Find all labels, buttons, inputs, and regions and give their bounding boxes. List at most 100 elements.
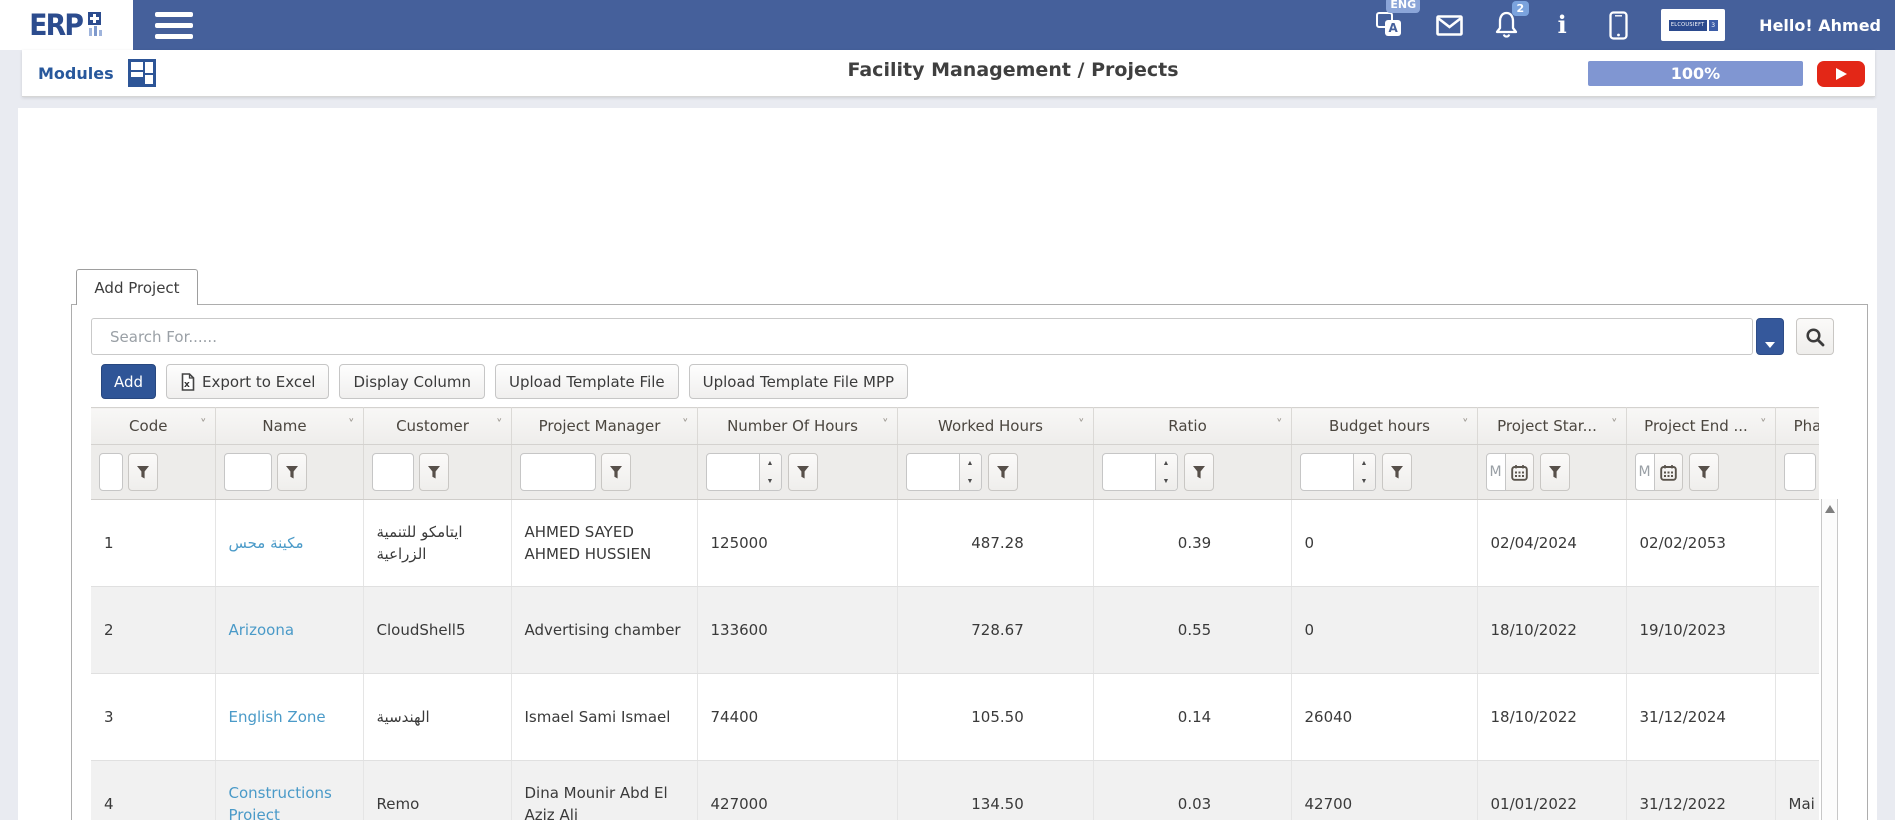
column-header-ratio[interactable]: Ratio˅	[1093, 408, 1291, 445]
filter-button-end[interactable]	[1689, 453, 1719, 491]
search-button[interactable]	[1796, 318, 1834, 355]
navbar-actions: A ENG 2 i ELCOUSIEFT3 Hello! Ahmed	[1376, 8, 1895, 42]
column-header-customer[interactable]: Customer˅	[363, 408, 511, 445]
calendar-button-end[interactable]	[1655, 453, 1683, 491]
export-to-excel-button[interactable]: x Export to Excel	[166, 364, 329, 399]
filter-button-start[interactable]	[1540, 453, 1570, 491]
column-header-worked[interactable]: Worked Hours˅	[897, 408, 1093, 445]
language-icon[interactable]: A ENG	[1376, 8, 1406, 42]
chevron-down-icon[interactable]: ˅	[1611, 418, 1618, 433]
search-input[interactable]	[91, 318, 1753, 355]
notifications-bell-icon[interactable]: 2	[1493, 8, 1519, 42]
project-name-link[interactable]: Constructions Project	[229, 784, 332, 820]
chevron-down-icon[interactable]: ˅	[1760, 418, 1767, 433]
upload-template-file-button[interactable]: Upload Template File	[495, 364, 679, 399]
cell-customer: الهندسية	[363, 674, 511, 761]
modules-button[interactable]: Modules	[38, 59, 156, 87]
tab-add-project[interactable]: Add Project	[76, 269, 198, 305]
filter-input-customer[interactable]	[372, 453, 414, 491]
display-column-button[interactable]: Display Column	[339, 364, 485, 399]
search-dropdown-button[interactable]	[1756, 318, 1784, 355]
calendar-button-start[interactable]	[1506, 453, 1534, 491]
filter-button-ratio[interactable]	[1184, 453, 1214, 491]
filter-input-manager[interactable]	[520, 453, 596, 491]
table-row: 3English ZoneالهندسيةIsmael Sami Ismael7…	[91, 674, 1819, 761]
filter-input-phase[interactable]	[1784, 453, 1816, 491]
column-header-budget[interactable]: Budget hours˅	[1291, 408, 1477, 445]
filter-input-hours[interactable]	[707, 454, 759, 490]
chevron-down-icon[interactable]: ˅	[496, 418, 503, 433]
table-row: 4Constructions ProjectRemoDina Mounir Ab…	[91, 761, 1819, 820]
cell-name: Arizoona	[215, 587, 363, 674]
filter-funnel-icon	[285, 465, 299, 480]
chevron-down-icon[interactable]: ˅	[1462, 418, 1469, 433]
add-button[interactable]: Add	[101, 364, 156, 399]
filter-cell-hours: ▲▼	[697, 445, 897, 500]
spinner-up-hours[interactable]: ▲	[760, 454, 781, 472]
erp-logo[interactable]: ERP	[0, 0, 133, 50]
chevron-down-icon[interactable]: ˅	[682, 418, 689, 433]
cell-customer: ايتامكو للتنمية الزراعية	[363, 500, 511, 587]
cell-ratio: 0.14	[1093, 674, 1291, 761]
column-header-code[interactable]: Code˅	[91, 408, 215, 445]
filter-input-worked[interactable]	[907, 454, 959, 490]
filter-input-code[interactable]	[99, 453, 123, 491]
filter-button-code[interactable]	[128, 453, 158, 491]
upload-template-file-mpp-button[interactable]: Upload Template File MPP	[689, 364, 908, 399]
project-name-link[interactable]: مكينة محس	[229, 534, 304, 552]
chevron-down-icon[interactable]: ˅	[882, 418, 889, 433]
column-header-phase[interactable]: Phase˅	[1775, 408, 1819, 445]
spinner-up-worked[interactable]: ▲	[960, 454, 981, 472]
project-name-link[interactable]: Arizoona	[229, 621, 295, 639]
column-header-hours[interactable]: Number Of Hours˅	[697, 408, 897, 445]
chevron-down-icon[interactable]: ˅	[1078, 418, 1085, 433]
spinner-up-budget[interactable]: ▲	[1354, 454, 1375, 472]
filter-cell-worked: ▲▼	[897, 445, 1093, 500]
cell-hours: 427000	[697, 761, 897, 820]
mobile-icon[interactable]	[1605, 8, 1631, 42]
info-icon[interactable]: i	[1549, 8, 1575, 42]
column-header-manager[interactable]: Project Manager˅	[511, 408, 697, 445]
mail-icon[interactable]	[1436, 8, 1463, 42]
play-video-button[interactable]	[1817, 61, 1865, 87]
filter-funnel-icon	[1697, 465, 1711, 480]
cell-worked: 105.50	[897, 674, 1093, 761]
scroll-up-arrow-icon[interactable]	[1825, 505, 1835, 513]
filter-button-manager[interactable]	[601, 453, 631, 491]
column-header-start[interactable]: Project Star... ˅	[1477, 408, 1626, 445]
spinner-up-ratio[interactable]: ▲	[1156, 454, 1177, 472]
project-name-link[interactable]: English Zone	[229, 708, 326, 726]
cell-phase	[1775, 500, 1819, 587]
filter-cell-phase	[1775, 445, 1819, 500]
spinner-down-budget[interactable]: ▼	[1354, 472, 1375, 490]
filter-button-worked[interactable]	[988, 453, 1018, 491]
filter-button-budget[interactable]	[1382, 453, 1412, 491]
modules-label: Modules	[38, 64, 114, 83]
spinner-down-ratio[interactable]: ▼	[1156, 472, 1177, 490]
spinner-down-worked[interactable]: ▼	[960, 472, 981, 490]
hamburger-menu-icon[interactable]	[155, 12, 193, 39]
chevron-down-icon[interactable]: ˅	[200, 418, 207, 433]
cell-code: 4	[91, 761, 215, 820]
filter-input-start[interactable]	[1486, 453, 1506, 491]
filter-input-budget[interactable]	[1301, 454, 1353, 490]
column-header-name[interactable]: Name˅	[215, 408, 363, 445]
filter-button-hours[interactable]	[788, 453, 818, 491]
spinner-down-hours[interactable]: ▼	[760, 472, 781, 490]
column-header-end[interactable]: Project End ...˅	[1626, 408, 1775, 445]
filter-button-name[interactable]	[277, 453, 307, 491]
filter-input-end[interactable]	[1635, 453, 1655, 491]
user-greeting[interactable]: Hello! Ahmed	[1759, 16, 1881, 35]
filter-input-ratio[interactable]	[1103, 454, 1155, 490]
cell-code: 2	[91, 587, 215, 674]
cell-ratio: 0.03	[1093, 761, 1291, 820]
chevron-down-icon[interactable]: ˅	[1276, 418, 1283, 433]
cell-budget: 42700	[1291, 761, 1477, 820]
cell-name: Constructions Project	[215, 761, 363, 820]
filter-button-customer[interactable]	[419, 453, 449, 491]
table-scrollbar[interactable]	[1821, 499, 1838, 820]
filter-input-name[interactable]	[224, 453, 272, 491]
company-logo-chip[interactable]: ELCOUSIEFT3	[1661, 9, 1725, 41]
column-label: Project Star...	[1497, 417, 1597, 435]
chevron-down-icon[interactable]: ˅	[348, 418, 355, 433]
